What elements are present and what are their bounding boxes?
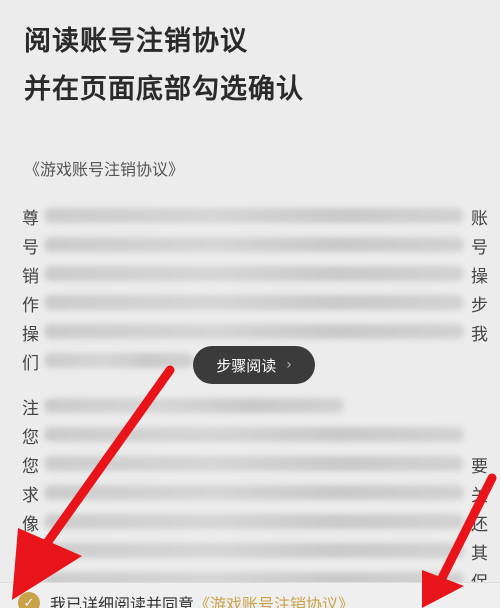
blurred-text [44, 485, 464, 500]
blurred-text [44, 208, 464, 223]
step-reading-label: 步骤阅读 [216, 356, 277, 375]
text-row: 您要 [22, 450, 492, 479]
blurred-text [44, 543, 464, 558]
text-row: 号号 [22, 231, 492, 260]
row-end-char: 我 [471, 325, 488, 345]
text-row: 求关 [22, 479, 492, 508]
agreement-paragraph-2: 注 您 您要 求关 像还 他其 等保 [22, 392, 492, 595]
blurred-text [44, 237, 464, 252]
row-end-char: 关 [471, 486, 488, 506]
row-start-char: 尊 [22, 209, 39, 229]
blurred-text [44, 398, 344, 413]
agreement-link[interactable]: 《游戏账号注销协议》 [194, 595, 354, 608]
header-line-1: 阅读账号注销协议 [24, 26, 248, 57]
consent-text: 我已详细阅读并同意《游戏账号注销协议》 [50, 591, 354, 608]
row-start-char: 操 [22, 325, 39, 345]
agree-checkbox[interactable]: ✓ [18, 592, 40, 608]
row-start-char: 号 [22, 238, 39, 258]
row-end-char: 操 [471, 267, 488, 287]
row-end-char: 要 [471, 457, 488, 477]
text-row: 他其 [22, 537, 492, 566]
text-row: 您 [22, 421, 492, 450]
row-start-char: 作 [22, 296, 39, 316]
step-reading-button[interactable]: 步骤阅读 › [193, 346, 315, 384]
row-start-char: 您 [22, 428, 39, 448]
row-end-char: 号 [471, 238, 488, 258]
blurred-text [44, 266, 464, 281]
row-start-char: 求 [22, 486, 39, 506]
agreement-title: 《游戏账号注销协议》 [24, 160, 185, 179]
blurred-text [44, 514, 464, 529]
text-row: 注 [22, 392, 492, 421]
blurred-text [44, 427, 464, 442]
blurred-text [44, 353, 194, 368]
consent-label: 我已详细阅读并同意 [50, 595, 195, 608]
row-start-char: 像 [22, 515, 39, 535]
row-start-char: 注 [22, 399, 39, 419]
text-row: 销操 [22, 260, 492, 289]
row-start-char: 他 [22, 544, 39, 564]
checkmark-icon: ✓ [23, 595, 35, 608]
row-end-char: 步 [471, 296, 488, 316]
row-start-char: 您 [22, 457, 39, 477]
text-row: 操我 [22, 318, 492, 347]
text-row: 像还 [22, 508, 492, 537]
page-header: 阅读账号注销协议 并在页面底部勾选确认 [24, 18, 304, 114]
row-end-char: 还 [471, 515, 488, 535]
row-end-char: 其 [471, 544, 488, 564]
text-row: 尊账 [22, 202, 492, 231]
text-row: 作步 [22, 289, 492, 318]
row-start-char: 销 [22, 267, 39, 287]
row-start-char: 们 [22, 354, 39, 374]
row-end-char: 账 [471, 209, 488, 229]
blurred-text [44, 324, 464, 339]
chevron-right-icon: › [286, 357, 292, 373]
blurred-text [44, 456, 464, 471]
header-line-2: 并在页面底部勾选确认 [24, 74, 304, 105]
blurred-text [44, 295, 464, 310]
